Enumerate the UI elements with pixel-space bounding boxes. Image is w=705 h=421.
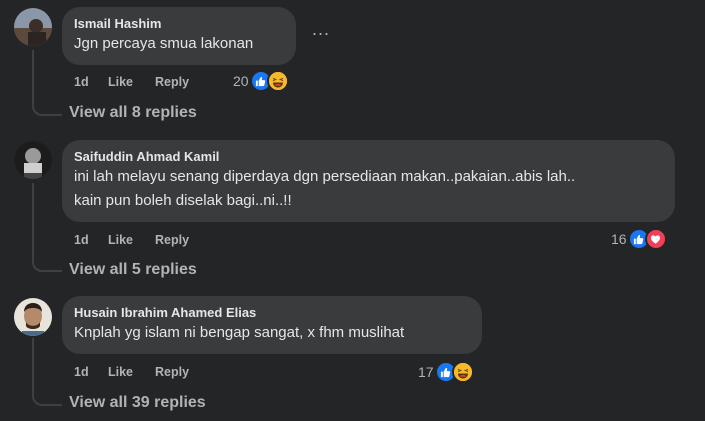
view-replies-link[interactable]: View all 39 replies bbox=[69, 394, 206, 412]
comment-bubble: Ismail Hashim Jgn percaya smua lakonan bbox=[62, 7, 296, 65]
reply-button[interactable]: Reply bbox=[155, 233, 189, 247]
reaction-summary[interactable]: 16 bbox=[611, 228, 667, 250]
avatar[interactable] bbox=[14, 298, 52, 336]
comment-timestamp[interactable]: 1d bbox=[74, 75, 108, 89]
comment-text: kain pun boleh diselak bagi..ni..!! bbox=[74, 192, 292, 209]
reaction-count: 20 bbox=[233, 73, 249, 89]
comment-text: Knplah yg islam ni bengap sangat, x fhm … bbox=[74, 324, 405, 341]
reaction-count: 17 bbox=[418, 364, 434, 380]
like-button[interactable]: Like bbox=[108, 365, 155, 379]
comment-actions: 1d Like Reply bbox=[74, 233, 189, 247]
love-icon bbox=[644, 228, 667, 250]
like-button[interactable]: Like bbox=[108, 75, 155, 89]
comment-text: ini lah melayu senang diperdaya dgn pers… bbox=[74, 168, 576, 185]
reply-button[interactable]: Reply bbox=[155, 365, 189, 379]
comment-timestamp[interactable]: 1d bbox=[74, 233, 108, 247]
thread-connector bbox=[32, 183, 62, 272]
more-options-icon[interactable]: ... bbox=[312, 20, 330, 38]
comment-timestamp[interactable]: 1d bbox=[74, 365, 108, 379]
thread-connector bbox=[32, 338, 62, 406]
haha-icon bbox=[266, 70, 289, 92]
comment-author[interactable]: Saifuddin Ahmad Kamil bbox=[74, 148, 663, 165]
reply-button[interactable]: Reply bbox=[155, 75, 189, 89]
like-button[interactable]: Like bbox=[108, 233, 155, 247]
view-replies-link[interactable]: View all 8 replies bbox=[69, 104, 197, 122]
comment-author[interactable]: Ismail Hashim bbox=[74, 15, 284, 32]
comment-author[interactable]: Husain Ibrahim Ahamed Elias bbox=[74, 304, 470, 321]
reaction-summary[interactable]: 17 bbox=[418, 361, 474, 383]
comment-actions: 1d Like Reply bbox=[74, 365, 189, 379]
comment-text: Jgn percaya smua lakonan bbox=[74, 35, 254, 52]
reaction-summary[interactable]: 20 bbox=[233, 70, 289, 92]
avatar[interactable] bbox=[14, 8, 52, 46]
comment-bubble: Saifuddin Ahmad Kamil ini lah melayu sen… bbox=[62, 140, 675, 222]
thread-connector bbox=[32, 50, 62, 116]
haha-icon bbox=[451, 361, 474, 383]
comment-bubble: Husain Ibrahim Ahamed Elias Knplah yg is… bbox=[62, 296, 482, 354]
view-replies-link[interactable]: View all 5 replies bbox=[69, 261, 197, 279]
avatar[interactable] bbox=[14, 141, 52, 179]
comment-actions: 1d Like Reply bbox=[74, 75, 189, 89]
reaction-count: 16 bbox=[611, 231, 627, 247]
